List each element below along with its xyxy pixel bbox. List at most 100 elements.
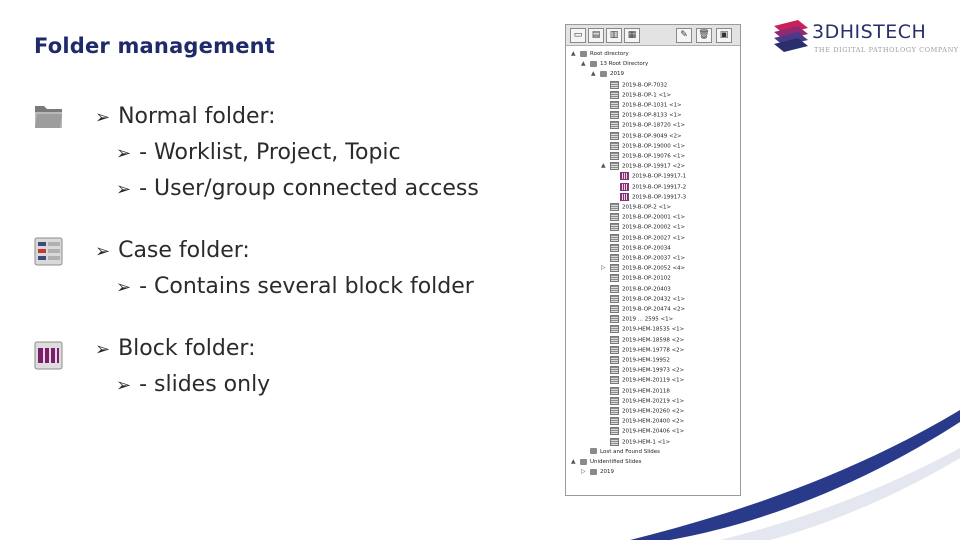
tree-node-folder[interactable]: ▲ 2019 — [591, 70, 624, 78]
tree-expander-icon[interactable]: ▷ — [581, 468, 586, 476]
tree-node-folder[interactable]: ▲ 13 Root Directory — [581, 60, 649, 68]
logo-mark-icon — [774, 20, 808, 52]
arrow-bullet-icon: ➢ — [95, 339, 111, 360]
tree-node-case[interactable]: 2019-B-OP-20432 <1> — [610, 294, 686, 303]
logo-tagline: THE DIGITAL PATHOLOGY COMPANY — [814, 46, 959, 54]
tree-node-label: 2019-B-OP-20432 <1> — [622, 296, 686, 303]
tree-node-case[interactable]: 2019-B-OP-9049 <2> — [610, 131, 682, 140]
tree-node-case[interactable]: 2019-HEM-18598 <2> — [610, 335, 685, 344]
tree-node-label: 2019-B-OP-9049 <2> — [622, 133, 682, 140]
tree-node-case[interactable]: 2019-B-OP-20403 — [610, 284, 671, 293]
tree-node-case[interactable]: 2019-HEM-20118 — [610, 386, 670, 395]
case-node-icon — [610, 335, 619, 344]
case-node-icon — [610, 376, 619, 385]
tree-node-label: 2019-B-OP-2 <1> — [622, 204, 672, 211]
tree-node-case[interactable]: 2019-HEM-19952 — [610, 356, 670, 364]
arrow-bullet-icon: ➢ — [95, 107, 111, 128]
tree-node-case[interactable]: 2019-B-OP-1 <1> — [610, 90, 672, 99]
tree-node-case[interactable]: ▲ 2019-B-OP-19917 <2> — [601, 162, 685, 171]
tree-node-label: 2019-HEM-19952 — [622, 357, 670, 364]
tree-node-case[interactable]: 2019-B-OP-20034 — [610, 243, 671, 252]
folder-node-icon — [590, 448, 597, 455]
tree-node-case[interactable]: 2019-HEM-18535 <1> — [610, 325, 684, 334]
tree-node-block[interactable]: 2019-B-OP-19917-3 — [620, 192, 686, 201]
tree-expander-icon[interactable]: ▲ — [571, 50, 576, 58]
tree-node-case[interactable]: 2019-B-OP-20001 <1> — [610, 213, 685, 222]
tree-node-case[interactable]: 2019-B-OP-20037 <1> — [610, 254, 685, 262]
tree-expander-icon[interactable]: ▲ — [591, 70, 596, 78]
tree-node-case[interactable]: 2019-B-OP-20102 — [610, 274, 671, 283]
delete-icon[interactable]: 🗑 — [696, 28, 712, 43]
case-node-icon — [610, 101, 619, 109]
tree-expander-icon[interactable]: ▷ — [601, 264, 606, 272]
tree-node-folder[interactable]: ▲ Root directory — [571, 50, 629, 58]
tree-node-case[interactable]: 2019-B-OP-19076 <1> — [610, 152, 685, 160]
tree-node-case[interactable]: 2019-B-OP-7032 — [610, 80, 668, 89]
tree-node-block[interactable]: 2019-B-OP-19917-1 — [620, 172, 686, 181]
folder-node-icon — [600, 70, 607, 77]
tree-node-label: 2019-B-OP-20403 — [622, 286, 671, 293]
decorative-swoosh — [630, 410, 960, 540]
block-folder-icon — [34, 341, 64, 375]
company-logo: 3DHISTECH THE DIGITAL PATHOLOGY COMPANY — [772, 18, 958, 62]
block-folder-item: ➢ - slides only — [116, 372, 271, 397]
tree-node-case[interactable]: 2019 ... 2595 <1> — [610, 315, 673, 324]
block-node-icon — [620, 182, 629, 191]
tree-expander-icon[interactable]: ▲ — [601, 162, 606, 170]
normal-folder-icon — [34, 102, 64, 134]
tree-node-case[interactable]: 2019-B-OP-20474 <2> — [610, 305, 685, 313]
tree-expander-icon[interactable]: ▲ — [581, 60, 586, 68]
tree-toolbar: ▭ ▤ ▥ ▦ ✎ 🗑 ▣ — [566, 25, 740, 46]
tree-node-label: 2019-B-OP-7032 — [622, 82, 668, 89]
case-node-icon — [610, 427, 619, 436]
tree-node-label: 2019-B-OP-20474 <2> — [622, 306, 686, 313]
tree-node-case[interactable]: 2019-B-OP-19000 <1> — [610, 141, 686, 150]
folder-node-icon — [580, 458, 587, 465]
block-node-icon — [620, 192, 629, 201]
tree-node-label: 2019-B-OP-1031 <1> — [622, 102, 682, 109]
new-folder-icon[interactable]: ▭ — [570, 28, 586, 43]
properties-icon[interactable]: ▣ — [716, 28, 732, 43]
case-node-icon — [610, 264, 619, 273]
edit-icon[interactable]: ✎ — [676, 28, 692, 43]
tree-node-case[interactable]: 2019-B-OP-2 <1> — [610, 203, 671, 211]
tree-node-label: 13 Root Directory — [600, 61, 649, 68]
tree-node-label: 2019-B-OP-20037 <1> — [622, 255, 686, 262]
arrow-bullet-icon: ➢ — [116, 375, 132, 396]
block-folder-heading: ➢ Block folder: — [95, 336, 256, 361]
tree-node-case[interactable]: 2019-B-OP-20027 <1> — [610, 233, 685, 242]
case-node-icon — [610, 366, 619, 375]
tree-node-label: 2019-HEM-18598 <2> — [622, 337, 685, 344]
tree-node-label: 2019-HEM-20118 — [622, 388, 670, 395]
case-node-icon — [610, 305, 619, 313]
tree-node-case[interactable]: 2019-B-OP-1031 <1> — [610, 101, 682, 109]
case-node-icon — [610, 121, 619, 130]
logo-name: 3DHISTECH — [812, 21, 927, 43]
tree-node-label: 2019-B-OP-8133 <1> — [622, 112, 682, 119]
case-node-icon — [610, 90, 619, 99]
new-block-icon[interactable]: ▥ — [606, 28, 622, 43]
tree-node-case[interactable]: 2019-B-OP-8133 <1> — [610, 111, 682, 120]
tree-node-case[interactable]: ▷ 2019-B-OP-20052 <4> — [601, 264, 685, 273]
case-node-icon — [610, 152, 619, 160]
block-node-icon — [620, 172, 629, 181]
tree-node-case[interactable]: 2019-HEM-19778 <2> — [610, 345, 684, 354]
new-case-icon[interactable]: ▤ — [588, 28, 604, 43]
tree-expander-icon[interactable]: ▲ — [571, 458, 576, 466]
tree-node-case[interactable]: 2019-HEM-19973 <2> — [610, 366, 684, 375]
case-node-icon — [610, 203, 619, 211]
tree-node-case[interactable]: 2019-B-OP-18720 <1> — [610, 121, 686, 130]
tree-node-case[interactable]: 2019-B-OP-20002 <1> — [610, 223, 685, 232]
new-slide-icon[interactable]: ▦ — [624, 28, 640, 43]
tree-node-label: 2019-B-OP-1 <1> — [622, 92, 672, 99]
tree-node-block[interactable]: 2019-B-OP-19917-2 — [620, 182, 686, 191]
case-node-icon — [610, 80, 619, 89]
tree-node-label: 2019-B-OP-19000 <1> — [622, 143, 686, 150]
case-node-icon — [610, 396, 619, 405]
slide-title: Folder management — [34, 34, 276, 58]
arrow-bullet-icon: ➢ — [116, 277, 132, 298]
case-node-icon — [610, 243, 619, 252]
tree-node-case[interactable]: 2019-HEM-20119 <1> — [610, 376, 684, 385]
tree-node-label: 2019-B-OP-18720 <1> — [622, 122, 686, 129]
tree-node-folder[interactable]: ▷ 2019 — [581, 468, 614, 476]
